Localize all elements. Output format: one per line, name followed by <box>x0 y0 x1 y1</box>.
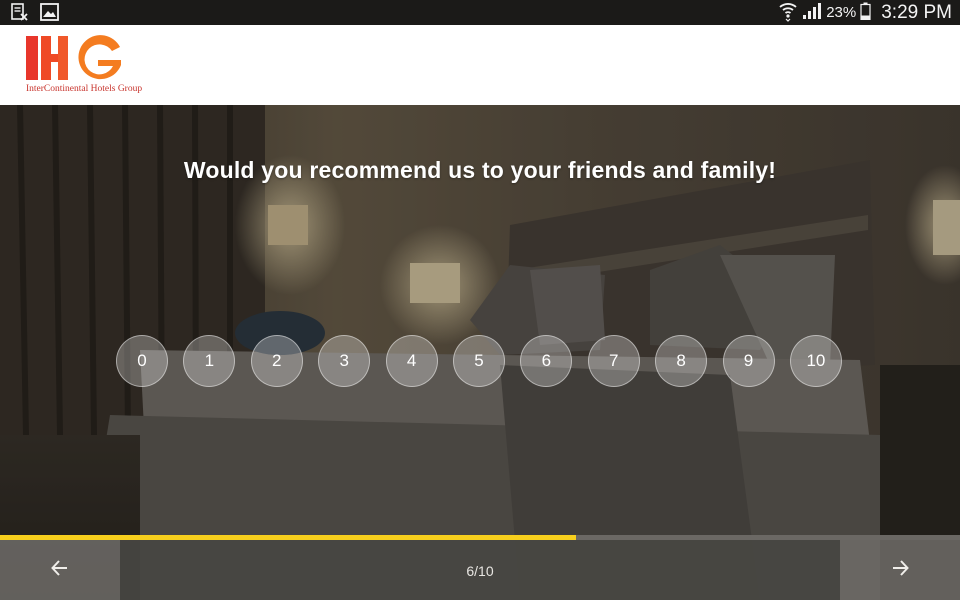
clock: 3:29 PM <box>881 1 952 23</box>
rating-option-8[interactable]: 8 <box>655 335 708 387</box>
battery-icon <box>860 2 871 24</box>
ihg-logo: InterContinental Hotels Group <box>26 33 156 99</box>
battery-percent: 23% <box>826 4 857 21</box>
app-header: InterContinental Hotels Group <box>0 25 960 105</box>
bottom-navigation: 6/10 <box>0 540 960 600</box>
signal-icon <box>802 2 822 24</box>
rating-option-9[interactable]: 9 <box>722 335 775 387</box>
rating-option-3[interactable]: 3 <box>318 335 371 387</box>
rating-option-7[interactable]: 7 <box>587 335 640 387</box>
survey-screen: 23% 3:29 PM InterContinental Hotels Grou… <box>0 0 960 600</box>
previous-button[interactable] <box>0 540 120 600</box>
status-bar: 23% 3:29 PM <box>0 0 960 25</box>
rating-option-10[interactable]: 10 <box>789 335 842 387</box>
page-indicator-bar: 6/10 <box>120 540 840 600</box>
rating-option-2[interactable]: 2 <box>250 335 303 387</box>
wifi-icon <box>778 0 798 26</box>
arrow-right-icon <box>890 558 910 582</box>
rating-option-4[interactable]: 4 <box>385 335 438 387</box>
screenshot-doc-icon <box>10 3 28 25</box>
rating-option-0[interactable]: 0 <box>116 335 168 387</box>
page-indicator: 6/10 <box>466 563 494 579</box>
rating-option-5[interactable]: 5 <box>452 335 505 387</box>
rating-option-6[interactable]: 6 <box>520 335 573 387</box>
survey-hero: Would you recommend us to your friends a… <box>0 105 960 600</box>
logo-tagline: InterContinental Hotels Group <box>26 84 143 94</box>
arrow-left-icon <box>50 558 70 582</box>
rating-option-1[interactable]: 1 <box>183 335 236 387</box>
image-icon <box>40 3 59 25</box>
next-button[interactable] <box>840 540 960 600</box>
survey-question: Would you recommend us to your friends a… <box>183 157 777 183</box>
rating-scale: 0 1 2 3 4 5 6 7 8 9 10 <box>116 335 842 387</box>
